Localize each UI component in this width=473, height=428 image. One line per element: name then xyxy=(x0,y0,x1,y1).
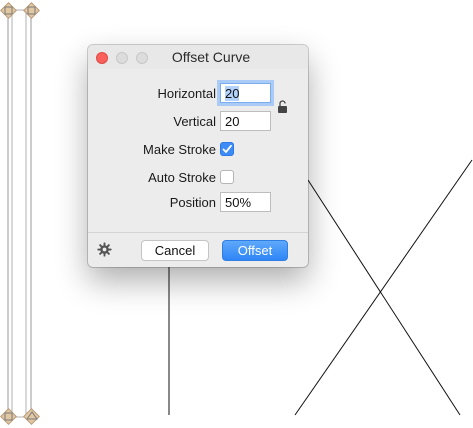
dialog-title: Offset Curve xyxy=(171,49,251,65)
unlock-icon[interactable] xyxy=(277,100,289,114)
dialog-titlebar[interactable]: Offset Curve xyxy=(88,45,308,69)
gear-icon[interactable] xyxy=(97,242,112,257)
horizontal-field[interactable]: 20 xyxy=(220,83,271,103)
checkmark-icon xyxy=(222,144,232,153)
diagonal-path-b[interactable] xyxy=(294,159,473,416)
position-label: Position xyxy=(169,195,216,210)
vertical-label: Vertical xyxy=(173,114,216,129)
position-field[interactable]: 50% xyxy=(220,192,271,212)
node-handle-top-left[interactable] xyxy=(0,2,17,19)
node-handle-bottom-left[interactable] xyxy=(0,408,17,425)
vertical-field[interactable]: 20 xyxy=(220,111,271,131)
horizontal-value: 20 xyxy=(225,86,240,101)
offset-button[interactable]: Offset xyxy=(222,240,288,261)
offset-curve-dialog: Offset Curve Horizontal 20 Vertical 20 M… xyxy=(88,45,308,267)
diagonal-path-a[interactable] xyxy=(307,179,461,416)
auto-stroke-checkbox[interactable] xyxy=(220,170,234,184)
footer-divider xyxy=(88,232,308,233)
horizontal-label: Horizontal xyxy=(157,86,216,101)
auto-stroke-label: Auto Stroke xyxy=(148,170,216,185)
cancel-button[interactable]: Cancel xyxy=(141,240,209,261)
make-stroke-label: Make Stroke xyxy=(143,142,216,157)
make-stroke-checkbox[interactable] xyxy=(220,142,234,156)
